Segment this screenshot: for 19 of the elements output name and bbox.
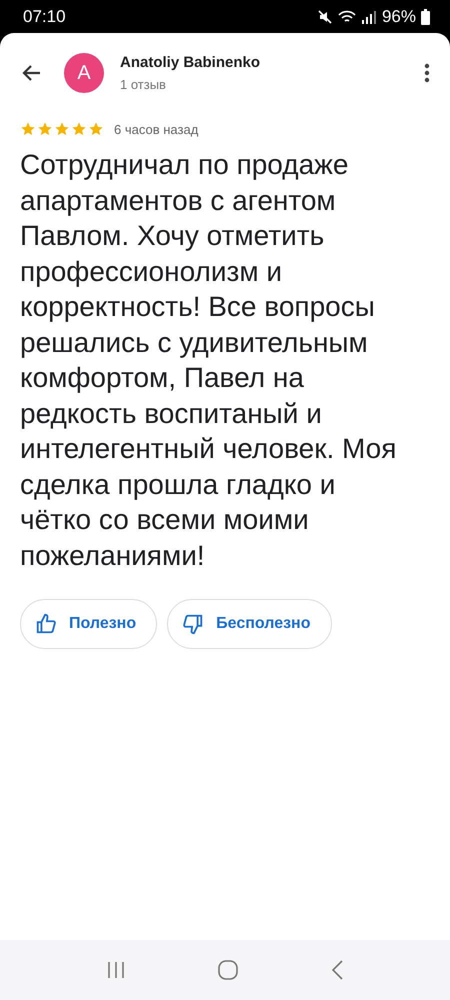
thumbs-up-icon: [35, 613, 57, 635]
mute-icon: [316, 8, 333, 24]
status-time: 07:10: [23, 6, 66, 26]
battery-percent: 96%: [382, 6, 416, 26]
battery-icon: [421, 8, 430, 24]
review-count: 1 отзыв: [120, 77, 167, 92]
back-icon[interactable]: [330, 959, 344, 981]
recent-apps-icon[interactable]: [106, 960, 126, 980]
more-options-icon[interactable]: [424, 63, 430, 83]
review-text: Сотрудничал по продаже апартаментов с агентом Павлом. Хочу отметить профессионолизм и корректность! Все вопросы решались с удивительным комфортом, Павел на редкость воспитаный и интелегентный человек. Моя сделка прошла гладко и чётко со всеми моими пожеланиями!: [20, 148, 398, 572]
home-icon[interactable]: [216, 959, 239, 981]
thumbs-down-icon: [182, 613, 204, 635]
wifi-icon: [338, 8, 356, 24]
helpful-button[interactable]: Полезно: [20, 599, 158, 649]
review-time: 6 часов назад: [114, 122, 198, 136]
avatar: A: [64, 53, 104, 93]
reviewer-name: Anatoliy Babinenko: [120, 54, 262, 71]
not-helpful-button[interactable]: Бесполезно: [167, 599, 332, 649]
signal-icon: [360, 8, 377, 24]
